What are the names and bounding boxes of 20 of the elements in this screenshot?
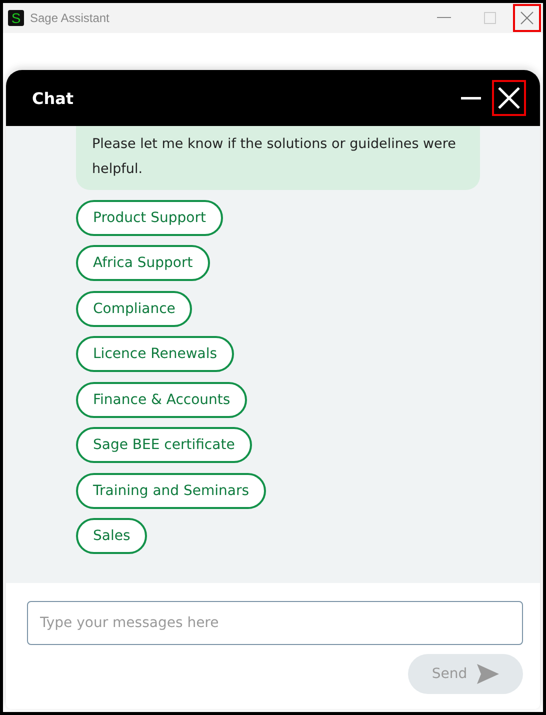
- option-button[interactable]: Product Support: [76, 200, 223, 236]
- option-button[interactable]: Licence Renewals: [76, 336, 234, 372]
- minimize-icon: [437, 17, 451, 19]
- app-icon: S: [8, 10, 24, 26]
- option-button[interactable]: Training and Seminars: [76, 472, 266, 508]
- close-icon: [520, 11, 534, 25]
- send-icon: [477, 664, 500, 684]
- close-icon: [497, 86, 521, 110]
- option-button[interactable]: Sage BEE certificate: [76, 427, 252, 463]
- message-input[interactable]: Type your messages here: [27, 601, 523, 645]
- minimize-icon: [461, 96, 481, 100]
- option-button[interactable]: Finance & Accounts: [76, 382, 248, 418]
- window-title: Sage Assistant: [30, 11, 110, 25]
- close-button[interactable]: [492, 80, 526, 116]
- chat-title: Chat: [32, 88, 74, 108]
- option-button[interactable]: Sales: [76, 518, 148, 554]
- maximize-icon: [484, 12, 496, 24]
- message-bubble: Please let me know if the solutions or guidelines were helpful.: [76, 126, 480, 190]
- option-button[interactable]: Africa Support: [76, 245, 210, 281]
- option-button[interactable]: Compliance: [76, 290, 192, 326]
